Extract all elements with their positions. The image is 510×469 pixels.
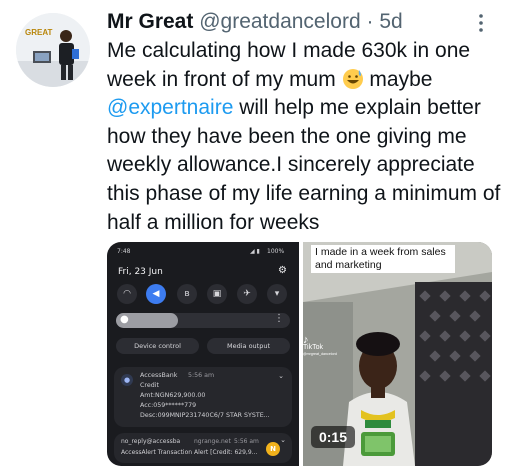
notif2-time: 5:56 am [234,438,259,445]
tiktok-handle: @mrgreat_dancelord [303,352,337,356]
tweet-text: Me calculating how I made 630k in one we… [107,37,502,237]
chevron-down-icon: ⌄ [278,372,284,380]
bank-app-icon: ● [121,374,133,386]
rotate-icon: ▣ [207,284,227,304]
tweet-header: Mr Great @greatdancelord · 5d [107,9,403,35]
notif-amount: Amt:NGN629,900.00 [140,392,206,399]
avatar-image: GREAT [16,13,90,87]
brightness-slider: ● ⋮ [116,313,290,328]
author-handle[interactable]: @greatdancelord [199,10,360,33]
panel-date: Fri, 23 Jun [118,267,163,277]
grinning-sweat-emoji-icon [342,68,364,90]
sun-icon: ● [120,314,129,325]
flashlight-icon: ▾ [267,284,287,304]
notif2-avatar-badge: N [266,442,280,456]
avatar-logo-text: GREAT [25,28,53,37]
notif2-text: AccessAlert Transaction Alert [Credit: 6… [121,449,258,456]
notif2-domain: ngrange.net [194,438,231,445]
status-icons: ◢ ▮ [250,248,260,255]
separator: · [366,10,374,33]
tiktok-video[interactable]: I made in a week from sales and marketin… [303,242,492,466]
notif-app-name: AccessBank [140,372,178,379]
device-control-button: Device control [116,338,199,354]
media-grid: 7:48 ◢ ▮ 100% Fri, 23 Jun ⚙ ◠ ◀ ʙ ▣ ✈ ▾ … [107,242,492,466]
tweet-text-part: maybe [363,67,433,91]
email-notification: no_reply@accessba ngrange.net 5:56 am Ac… [114,433,292,463]
tiktok-brand: TikTok [303,344,323,351]
bluetooth-icon: ʙ [177,284,197,304]
tweet-time[interactable]: 5d [379,10,402,33]
notif-title: Credit [140,382,159,389]
kebab-icon: ⋮ [274,313,284,324]
tiktok-watermark: ♪ TikTok @mrgreat_dancelord [303,334,337,357]
media-output-button: Media output [207,338,290,354]
tweet[interactable]: GREAT Mr Great @greatdancelord · 5d Me c… [0,0,510,469]
notif-time: 5:56 am [188,372,215,379]
bank-alert-screenshot[interactable]: 7:48 ◢ ▮ 100% Fri, 23 Jun ⚙ ◠ ◀ ʙ ▣ ✈ ▾ … [107,242,299,466]
video-duration: 0:15 [311,426,355,448]
author-avatar[interactable]: GREAT [16,13,90,87]
battery-level: 100% [267,248,285,255]
more-options-icon[interactable] [470,12,492,34]
author-name[interactable]: Mr Great [107,10,193,33]
notif-account: Acc:059******779 [140,402,197,409]
wifi-icon: ◠ [117,284,137,304]
status-time: 7:48 [117,248,131,255]
tiktok-logo-icon: ♪ [303,334,309,346]
notif-description: Desc:099MNIP231740C6/7 STAR SYSTE... [140,412,270,419]
airplane-icon: ✈ [237,284,257,304]
video-caption: I made in a week from sales and marketin… [311,245,455,273]
gear-icon: ⚙ [278,265,287,276]
chevron-down-icon: ⌄ [280,436,286,444]
notif2-sender: no_reply@accessba [121,438,181,445]
sound-icon: ◀ [146,284,166,304]
mention-link[interactable]: @expertnaire [107,96,233,119]
accessbank-notification: ● AccessBank 5:56 am ⌄ Credit Amt:NGN629… [114,367,292,427]
